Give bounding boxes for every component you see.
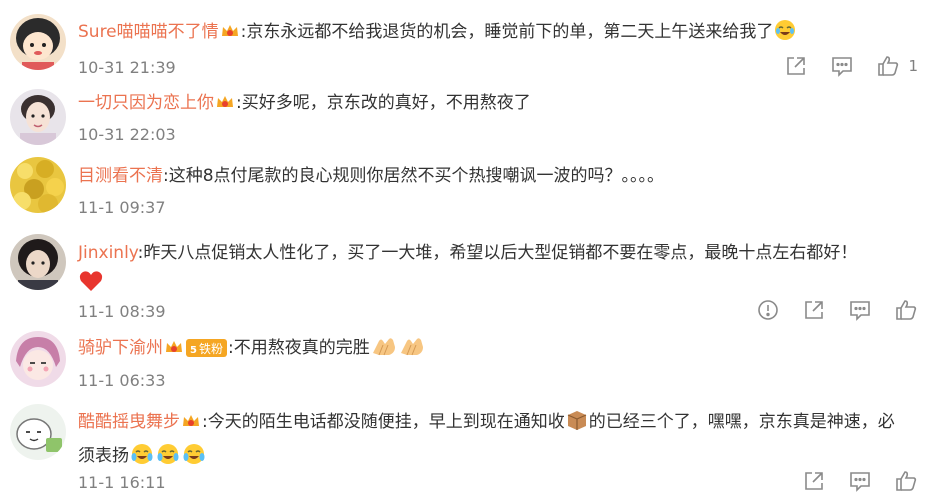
fan-level: 5	[190, 345, 197, 356]
avatar[interactable]	[10, 331, 66, 387]
clap-emoji-icon	[371, 335, 397, 365]
comment-line: Jinxinly:昨天八点促销太人性化了，买了一大堆，希望以后大型促销都不要在零…	[78, 238, 898, 302]
cry-laugh-emoji-icon	[156, 443, 180, 475]
package-emoji-icon	[566, 409, 588, 441]
username-link[interactable]: 目测看不清	[78, 166, 163, 186]
username-link[interactable]: 酷酷摇曳舞步	[78, 412, 180, 432]
like-icon[interactable]	[894, 298, 918, 322]
comment-actions: 1	[762, 54, 918, 78]
comment-icon[interactable]	[848, 469, 872, 493]
clap-emoji-icon	[399, 335, 425, 365]
username-link[interactable]: Sure喵喵喵不了情	[78, 22, 219, 42]
heart-emoji-icon	[79, 270, 103, 302]
avatar[interactable]	[10, 404, 66, 460]
like-icon[interactable]	[876, 54, 900, 78]
timestamp: 11-1 08:39	[78, 302, 166, 321]
comment-text: :这种8点付尾款的良心规则你居然不买个热搜嘲讽一波的吗？。。。。	[163, 166, 665, 186]
username-link[interactable]: Jinxinly	[78, 243, 138, 263]
comment-icon[interactable]	[830, 54, 854, 78]
crown-vip-icon[interactable]	[220, 22, 240, 48]
report-icon[interactable]	[756, 298, 780, 322]
comment-text: :买好多呢，京东改的真好，不用熬夜了	[236, 93, 531, 113]
comment-line: 目测看不清:这种8点付尾款的良心规则你居然不买个热搜嘲讽一波的吗？。。。。	[78, 163, 664, 189]
comment-line: 一切只因为恋上你 :买好多呢，京东改的真好，不用熬夜了	[78, 90, 531, 119]
fan-badge[interactable]: 5 铁粉	[186, 339, 227, 357]
comment-actions	[734, 298, 918, 322]
like-icon[interactable]	[894, 469, 918, 493]
username-link[interactable]: 骑驴下渝州	[78, 338, 163, 358]
comment-text: :不用熬夜真的完胜	[227, 338, 370, 358]
timestamp: 10-31 22:03	[78, 125, 176, 144]
cry-laugh-emoji-icon	[130, 443, 154, 475]
crown-vip-icon[interactable]	[215, 93, 235, 119]
comment-line: 酷酷摇曳舞步:今天的陌生电话都没随便挂，早上到现在通知收 的已经三个了，嘿嘿，京东…	[78, 407, 898, 475]
share-icon[interactable]	[802, 469, 826, 493]
laugh-cry-emoji-icon	[774, 19, 796, 49]
share-icon[interactable]	[802, 298, 826, 322]
avatar[interactable]	[10, 157, 66, 213]
comment-line: 骑驴下渝州 5 铁粉:不用熬夜真的完胜	[78, 335, 426, 365]
comment-line: Sure喵喵喵不了情 :京东永远都不给我退货的机会，睡觉前下的单，第二天上午送来给…	[78, 19, 797, 49]
share-icon[interactable]	[784, 54, 808, 78]
avatar[interactable]	[10, 14, 66, 70]
timestamp: 11-1 06:33	[78, 371, 166, 390]
crown-vip-icon[interactable]	[181, 410, 201, 440]
avatar[interactable]	[10, 89, 66, 145]
comment-text: :昨天八点促销太人性化了，买了一大堆，希望以后大型促销都不要在零点，最晚十点左右…	[137, 243, 858, 263]
timestamp: 11-1 16:11	[78, 473, 166, 492]
timestamp: 11-1 09:37	[78, 198, 166, 217]
comment-actions	[780, 469, 918, 493]
timestamp: 10-31 21:39	[78, 58, 176, 77]
avatar[interactable]	[10, 234, 66, 290]
like-count: 1	[908, 57, 918, 75]
crown-vip-icon[interactable]	[164, 338, 184, 364]
comment-text: :京东永远都不给我退货的机会，睡觉前下的单，第二天上午送来给我了	[240, 22, 774, 42]
comment-icon[interactable]	[848, 298, 872, 322]
username-link[interactable]: 一切只因为恋上你	[78, 93, 214, 113]
cry-laugh-emoji-icon	[182, 443, 206, 475]
fan-label: 铁粉	[198, 342, 223, 356]
comment-text-part-1: :今天的陌生电话都没随便挂，早上到现在通知收	[202, 412, 565, 432]
